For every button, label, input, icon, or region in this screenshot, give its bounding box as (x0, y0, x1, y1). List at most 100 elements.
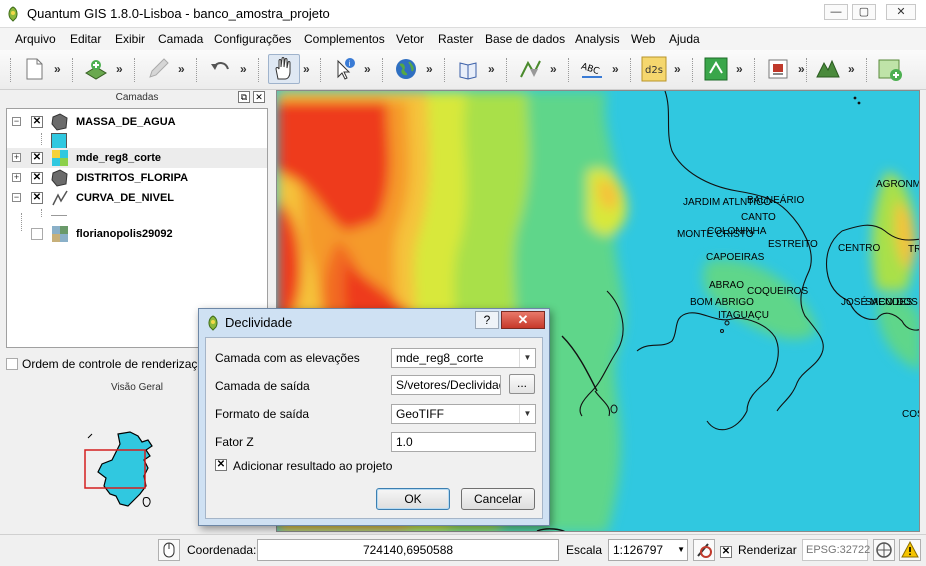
map-label: ESTREITO (768, 239, 818, 250)
terrain-plugin-icon[interactable] (814, 55, 842, 83)
toolbar-grip[interactable] (258, 58, 261, 82)
layer-item[interactable]: florianopolis29092 (7, 224, 267, 244)
toolbar-grip[interactable] (444, 58, 447, 82)
new-project-icon[interactable] (20, 55, 48, 83)
add-vector-layer-icon[interactable] (82, 55, 110, 83)
chevron-down-icon[interactable]: ▼ (519, 405, 535, 423)
render-checkbox[interactable]: ✕ (720, 546, 732, 558)
layer-item[interactable]: + ✕ DISTRITOS_FLORIPA (7, 168, 267, 188)
vertex-tool-icon[interactable] (516, 55, 544, 83)
output-layer-input[interactable]: S/vetores/Declividade (391, 375, 501, 395)
toolbar-overflow-button[interactable]: » (612, 62, 619, 76)
layer-item[interactable]: − ✕ MASSA_DE_AGUA (7, 112, 267, 132)
toolbar-overflow-button[interactable]: » (116, 62, 123, 76)
d2s-plugin-icon[interactable]: d2s (640, 55, 668, 83)
toolbar-grip[interactable] (72, 58, 75, 82)
crs-globe-icon[interactable] (873, 539, 895, 561)
toolbar-overflow-button[interactable]: » (488, 62, 495, 76)
toolbar-overflow-button[interactable]: » (426, 62, 433, 76)
close-button[interactable]: ✕ (886, 4, 916, 20)
collapse-icon[interactable]: − (12, 117, 21, 126)
menu-configuracoes[interactable]: Configurações (214, 32, 291, 46)
render-order-checkbox[interactable] (6, 358, 18, 370)
close-panel-icon[interactable]: ✕ (253, 91, 265, 103)
elevation-layer-select[interactable]: mde_reg8_corte ▼ (391, 348, 536, 368)
menu-analysis[interactable]: Analysis (575, 32, 620, 46)
crs-status-button[interactable]: EPSG:32722 (802, 539, 870, 561)
menu-complementos[interactable]: Complementos (304, 32, 385, 46)
cancel-button[interactable]: Cancelar (461, 488, 535, 510)
add-result-checkbox[interactable]: ✕ (215, 459, 227, 471)
dialog-title: Declividade (225, 315, 293, 330)
menu-arquivo[interactable]: Arquivo (15, 32, 56, 46)
menu-editar[interactable]: Editar (70, 32, 101, 46)
undo-icon[interactable] (206, 55, 234, 83)
layer-visibility-checkbox[interactable]: ✕ (31, 192, 43, 204)
add-raster-map-icon[interactable] (876, 55, 904, 83)
menu-exibir[interactable]: Exibir (115, 32, 145, 46)
globe-icon[interactable] (392, 55, 420, 83)
menu-web[interactable]: Web (631, 32, 655, 46)
expand-icon[interactable]: + (12, 173, 21, 182)
menu-vetor[interactable]: Vetor (396, 32, 424, 46)
toolbar-overflow-button[interactable]: » (364, 62, 371, 76)
print-composer-icon[interactable] (764, 55, 792, 83)
toolbar-overflow-button[interactable]: » (798, 62, 805, 76)
scale-select[interactable]: 1:126797 ▼ (608, 539, 688, 561)
toolbar-grip[interactable] (866, 58, 869, 82)
toolbar-overflow-button[interactable]: » (550, 62, 557, 76)
menu-raster[interactable]: Raster (438, 32, 473, 46)
toolbar-grip[interactable] (196, 58, 199, 82)
green-plugin-icon[interactable] (702, 55, 730, 83)
mouse-coordinate-toggle-icon[interactable] (158, 539, 180, 561)
expand-icon[interactable]: + (12, 153, 21, 162)
toolbar-overflow-button[interactable]: » (54, 62, 61, 76)
output-format-select[interactable]: GeoTIFF ▼ (391, 404, 536, 424)
browse-button[interactable]: ... (509, 374, 535, 394)
toolbar-grip[interactable] (568, 58, 571, 82)
layer-visibility-checkbox[interactable] (31, 228, 43, 240)
toolbar-grip[interactable] (754, 58, 757, 82)
map-label: COQUEIROS (747, 286, 809, 297)
chevron-down-icon[interactable]: ▼ (677, 540, 685, 560)
toolbar-overflow-button[interactable]: » (178, 62, 185, 76)
dialog-close-button[interactable]: ✕ (501, 311, 545, 329)
label-tool-icon[interactable]: ABC (578, 55, 606, 83)
layer-visibility-checkbox[interactable]: ✕ (31, 116, 43, 128)
maximize-button[interactable]: ▢ (852, 4, 876, 20)
collapse-icon[interactable]: − (12, 193, 21, 202)
toolbar-overflow-button[interactable]: » (736, 62, 743, 76)
layer-item[interactable]: − ✕ CURVA_DE_NIVEL (7, 188, 267, 208)
pan-hand-icon[interactable] (268, 54, 300, 84)
identify-features-icon[interactable]: i (330, 55, 358, 83)
toolbar-overflow-button[interactable]: » (303, 62, 310, 76)
chevron-down-icon[interactable]: ▼ (519, 349, 535, 367)
layer-item[interactable]: + ✕ mde_reg8_corte (7, 148, 267, 168)
toolbar-overflow-button[interactable]: » (674, 62, 681, 76)
menu-camada[interactable]: Camada (158, 32, 203, 46)
minimize-button[interactable]: — (824, 4, 848, 20)
toolbar-grip[interactable] (692, 58, 695, 82)
toolbar-grip[interactable] (630, 58, 633, 82)
toolbar-grip[interactable] (134, 58, 137, 82)
layer-visibility-checkbox[interactable]: ✕ (31, 152, 43, 164)
layer-visibility-checkbox[interactable]: ✕ (31, 172, 43, 184)
menu-base-de-dados[interactable]: Base de dados (485, 32, 565, 46)
menu-ajuda[interactable]: Ajuda (669, 32, 700, 46)
coordinate-display[interactable]: 724140,6950588 (257, 539, 559, 561)
stop-rendering-icon[interactable] (693, 539, 715, 561)
toolbar-grip[interactable] (320, 58, 323, 82)
toolbar-grip[interactable] (506, 58, 509, 82)
toolbar-grip[interactable] (806, 58, 809, 82)
toolbar-overflow-button[interactable]: » (848, 62, 855, 76)
ok-button[interactable]: OK (376, 488, 450, 510)
edit-pencil-icon[interactable] (144, 55, 172, 83)
help-book-icon[interactable] (454, 55, 482, 83)
toolbar-grip[interactable] (382, 58, 385, 82)
toolbar-grip[interactable] (10, 58, 13, 82)
z-factor-input[interactable]: 1.0 (391, 432, 536, 452)
dialog-help-button[interactable]: ? (475, 311, 499, 329)
toolbar-overflow-button[interactable]: » (240, 62, 247, 76)
warning-icon[interactable] (899, 539, 921, 561)
float-panel-icon[interactable]: ⧉ (238, 91, 250, 103)
